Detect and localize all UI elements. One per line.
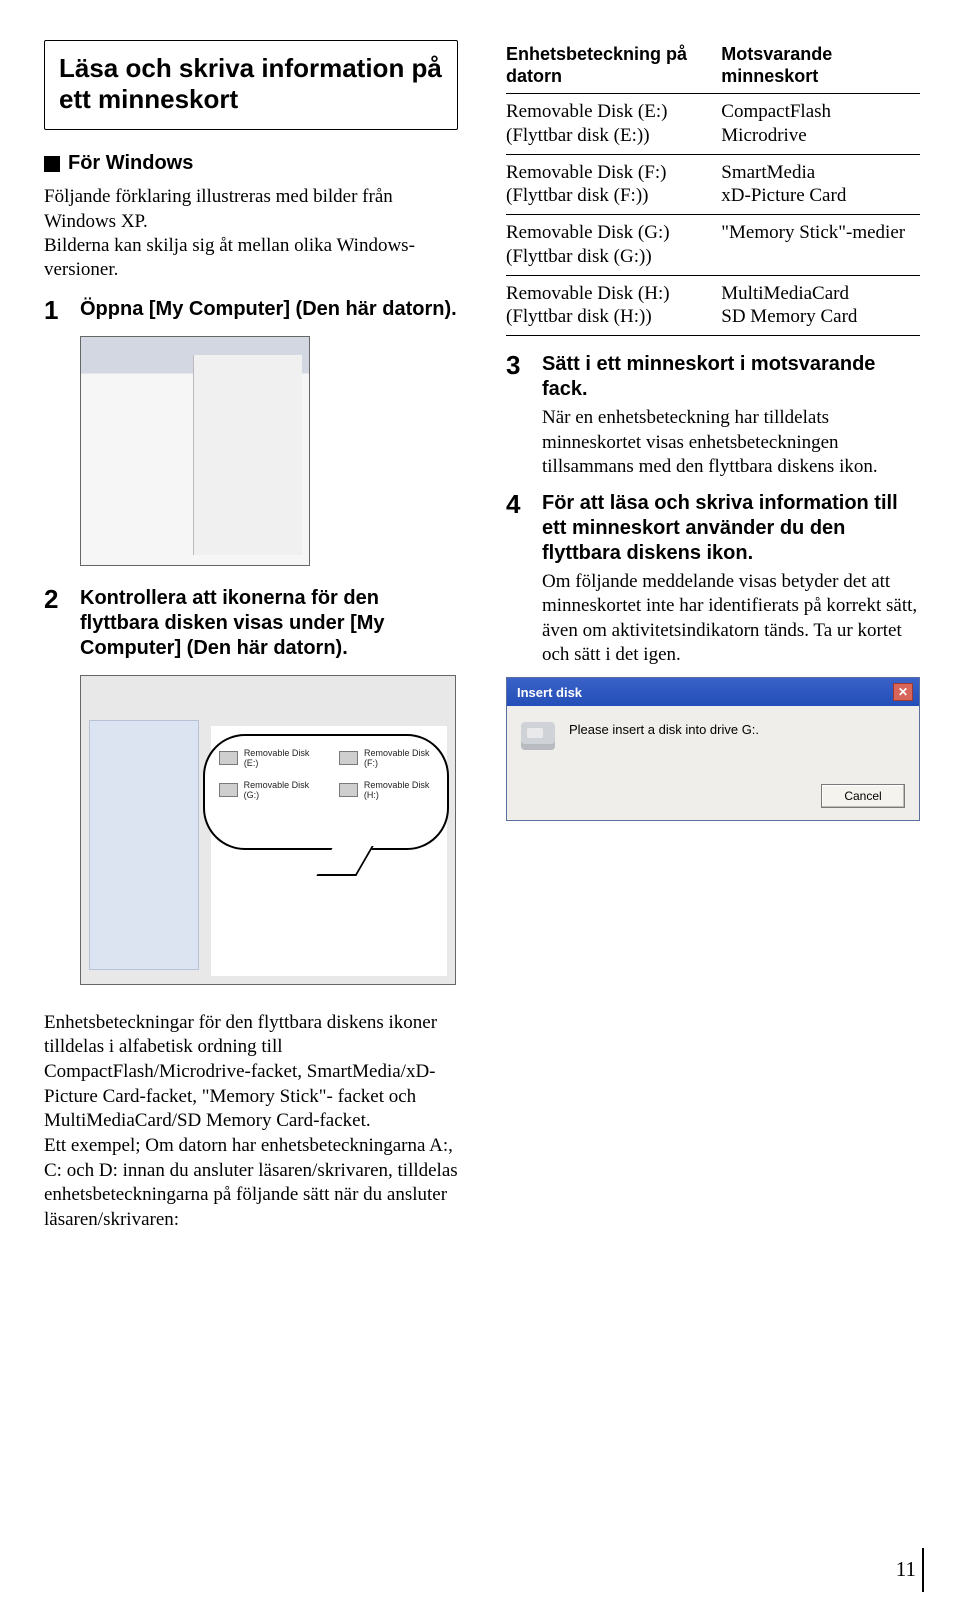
cell-card: SmartMedia xD-Picture Card xyxy=(721,154,920,215)
section-title: Läsa och skriva information på ett minne… xyxy=(59,53,443,115)
step-3-title: Sätt i ett minneskort i motsvarande fack… xyxy=(542,352,920,402)
table-row: Removable Disk (E:) (Flyttbar disk (E:))… xyxy=(506,94,920,155)
step-4: 4 För att läsa och skriva information ti… xyxy=(506,491,920,667)
square-bullet-icon xyxy=(44,156,60,172)
table-header-card: Motsvarande minneskort xyxy=(721,40,920,94)
bubble-drive-g-label: Removable Disk (G:) xyxy=(244,780,314,800)
screenshot-side-panel xyxy=(89,720,199,970)
step-2-title: Kontrollera att ikonerna för den flyttba… xyxy=(80,586,458,661)
cell-card: MultiMediaCard SD Memory Card xyxy=(721,275,920,336)
callout-bubble: Removable Disk (E:) Removable Disk (F:) … xyxy=(203,734,449,850)
screenshot-start-menu xyxy=(80,336,310,566)
bubble-drive-f-label: Removable Disk (F:) xyxy=(364,748,433,768)
pointer-arrow-icon xyxy=(207,467,237,493)
disk-icon xyxy=(521,722,555,750)
cell-drive: Removable Disk (H:) (Flyttbar disk (H:)) xyxy=(506,275,721,336)
table-row: Removable Disk (G:) (Flyttbar disk (G:))… xyxy=(506,215,920,276)
drive-icon xyxy=(339,783,358,797)
page-edge-mark xyxy=(922,1548,924,1592)
dialog-title: Insert disk xyxy=(517,685,582,700)
step-4-number: 4 xyxy=(506,491,528,667)
step-1-title: Öppna [My Computer] (Den här datorn). xyxy=(80,297,458,322)
cell-drive: Removable Disk (F:) (Flyttbar disk (F:)) xyxy=(506,154,721,215)
table-header-drive: Enhetsbeteckning på datorn xyxy=(506,40,721,94)
bubble-drive-g: Removable Disk (G:) xyxy=(219,780,313,800)
bubble-drive-e-label: Removable Disk (E:) xyxy=(244,748,313,768)
cell-drive: Removable Disk (G:) (Flyttbar disk (G:)) xyxy=(506,215,721,276)
step-3: 3 Sätt i ett minneskort i motsvarande fa… xyxy=(506,352,920,479)
bubble-drive-f: Removable Disk (F:) xyxy=(339,748,433,768)
cancel-button[interactable]: Cancel xyxy=(821,784,905,808)
screenshot-my-computer: Removable Disk (E:) Removable Disk (F:) … xyxy=(80,675,456,985)
dialog-message: Please insert a disk into drive G:. xyxy=(569,722,759,750)
step-4-title: För att läsa och skriva information till… xyxy=(542,491,920,566)
step-3-number: 3 xyxy=(506,352,528,479)
table-row: Removable Disk (H:) (Flyttbar disk (H:))… xyxy=(506,275,920,336)
step-1-number: 1 xyxy=(44,297,66,326)
right-column: Enhetsbeteckning på datorn Motsvarande m… xyxy=(506,40,920,1233)
cell-card: CompactFlash Microdrive xyxy=(721,94,920,155)
close-icon[interactable]: ✕ xyxy=(893,683,913,701)
bottom-paragraph-block: Enhetsbeteckningar för den flyttbara dis… xyxy=(44,1011,458,1233)
intro-paragraph: Följande förklaring illustreras med bild… xyxy=(44,185,458,282)
cell-drive: Removable Disk (E:) (Flyttbar disk (E:)) xyxy=(506,94,721,155)
drive-icon xyxy=(219,751,238,765)
table-row: Removable Disk (F:) (Flyttbar disk (F:))… xyxy=(506,154,920,215)
bubble-drive-h-label: Removable Disk (H:) xyxy=(364,780,433,800)
page-number: 11 xyxy=(896,1557,916,1582)
step-1: 1 Öppna [My Computer] (Den här datorn). xyxy=(44,297,458,326)
dialog-titlebar: Insert disk ✕ xyxy=(507,678,919,706)
step-2: 2 Kontrollera att ikonerna för den flytt… xyxy=(44,586,458,665)
bubble-drive-h: Removable Disk (H:) xyxy=(339,780,433,800)
left-column: Läsa och skriva information på ett minne… xyxy=(44,40,458,1233)
step-2-number: 2 xyxy=(44,586,66,665)
section-title-box: Läsa och skriva information på ett minne… xyxy=(44,40,458,130)
bottom-paragraph: Enhetsbeteckningar för den flyttbara dis… xyxy=(44,1011,458,1233)
insert-disk-dialog: Insert disk ✕ Please insert a disk into … xyxy=(506,677,920,821)
drive-mapping-table: Enhetsbeteckning på datorn Motsvarande m… xyxy=(506,40,920,336)
step-3-text: När en enhetsbeteckning har tilldelats m… xyxy=(542,406,920,479)
bubble-drive-e: Removable Disk (E:) xyxy=(219,748,313,768)
step-4-text: Om följande meddelande visas betyder det… xyxy=(542,570,920,667)
subheading-text: För Windows xyxy=(68,152,193,175)
drive-icon xyxy=(339,751,358,765)
subheading: För Windows xyxy=(44,152,458,175)
drive-icon xyxy=(219,783,238,797)
cell-card: "Memory Stick"-medier xyxy=(721,215,920,276)
